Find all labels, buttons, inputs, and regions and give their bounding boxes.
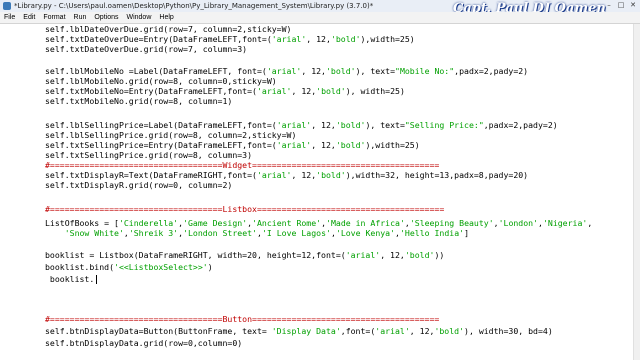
menu-format[interactable]: Format	[39, 14, 69, 21]
code-line: self.txtDateOverDue=Entry(DataFrameLEFT,…	[45, 34, 415, 44]
code-line: self.txtMobileNo=Entry(DataFrameLEFT,fon…	[45, 86, 405, 96]
maximize-icon[interactable]: □	[616, 1, 626, 10]
menu-bar: File Edit Format Run Options Window Help	[0, 12, 640, 24]
code-line: self.txtSellingPrice=Entry(DataFrameLEFT…	[45, 140, 420, 150]
code-line: self.txtDisplayR=Text(DataFrameRIGHT,fon…	[45, 170, 529, 180]
menu-edit[interactable]: Edit	[19, 14, 39, 21]
code-line: self.txtSellingPrice.grid(row=8, column=…	[45, 150, 253, 160]
code-line-current: booklist.	[45, 274, 95, 284]
code-line: self.lblSellingPrice.grid(row=8, column=…	[45, 130, 297, 140]
code-line: self.lblDateOverDue.grid(row=7, column=2…	[45, 24, 292, 34]
code-line: self.lblMobileNo.grid(row=8, column=0,st…	[45, 76, 277, 86]
menu-window[interactable]: Window	[122, 14, 155, 21]
code-line: booklist.bind('<<ListboxSelect>>')	[45, 262, 213, 272]
minimize-icon[interactable]: –	[604, 1, 614, 10]
code-line: booklist = Listbox(DataFrameRIGHT, width…	[45, 250, 445, 260]
menu-run[interactable]: Run	[70, 14, 91, 21]
code-line: self.btnDisplayData=Button(ButtonFrame, …	[45, 326, 553, 336]
code-line: self.txtDateOverDue.grid(row=7, column=3…	[45, 44, 248, 54]
code-line: ListOfBooks = ['Cinderella','Game Design…	[45, 218, 593, 228]
python-idle-icon	[3, 2, 11, 10]
text-cursor	[96, 275, 97, 284]
menu-options[interactable]: Options	[90, 14, 122, 21]
code-line: self.lblMobileNo =Label(DataFrameLEFT, f…	[45, 66, 529, 76]
menu-file[interactable]: File	[0, 14, 19, 21]
window-title: *Library.py - C:\Users\paul.oamen\Deskto…	[14, 2, 374, 10]
menu-help[interactable]: Help	[155, 14, 177, 21]
close-icon[interactable]: ✕	[628, 1, 638, 10]
code-line: self.txtDisplayR.grid(row=0, column=2)	[45, 180, 233, 190]
comment-separator-listbox: #===================================List…	[45, 204, 445, 214]
code-line: self.lblSellingPrice=Label(DataFrameLEFT…	[45, 120, 558, 130]
code-line: 'Snow White','Shreik 3','London Street',…	[64, 228, 470, 238]
code-line: self.btnDisplayData.grid(row=0,column=0)	[45, 338, 243, 348]
window-controls: – □ ✕	[604, 1, 638, 10]
comment-separator-widget: #===================================Widg…	[45, 160, 440, 170]
vertical-scrollbar[interactable]	[633, 24, 640, 360]
code-line: self.txtMobileNo.grid(row=8, column=1)	[45, 96, 233, 106]
comment-separator-button: #===================================Butt…	[45, 314, 440, 324]
code-editor[interactable]: self.lblDateOverDue.grid(row=7, column=2…	[0, 24, 640, 360]
